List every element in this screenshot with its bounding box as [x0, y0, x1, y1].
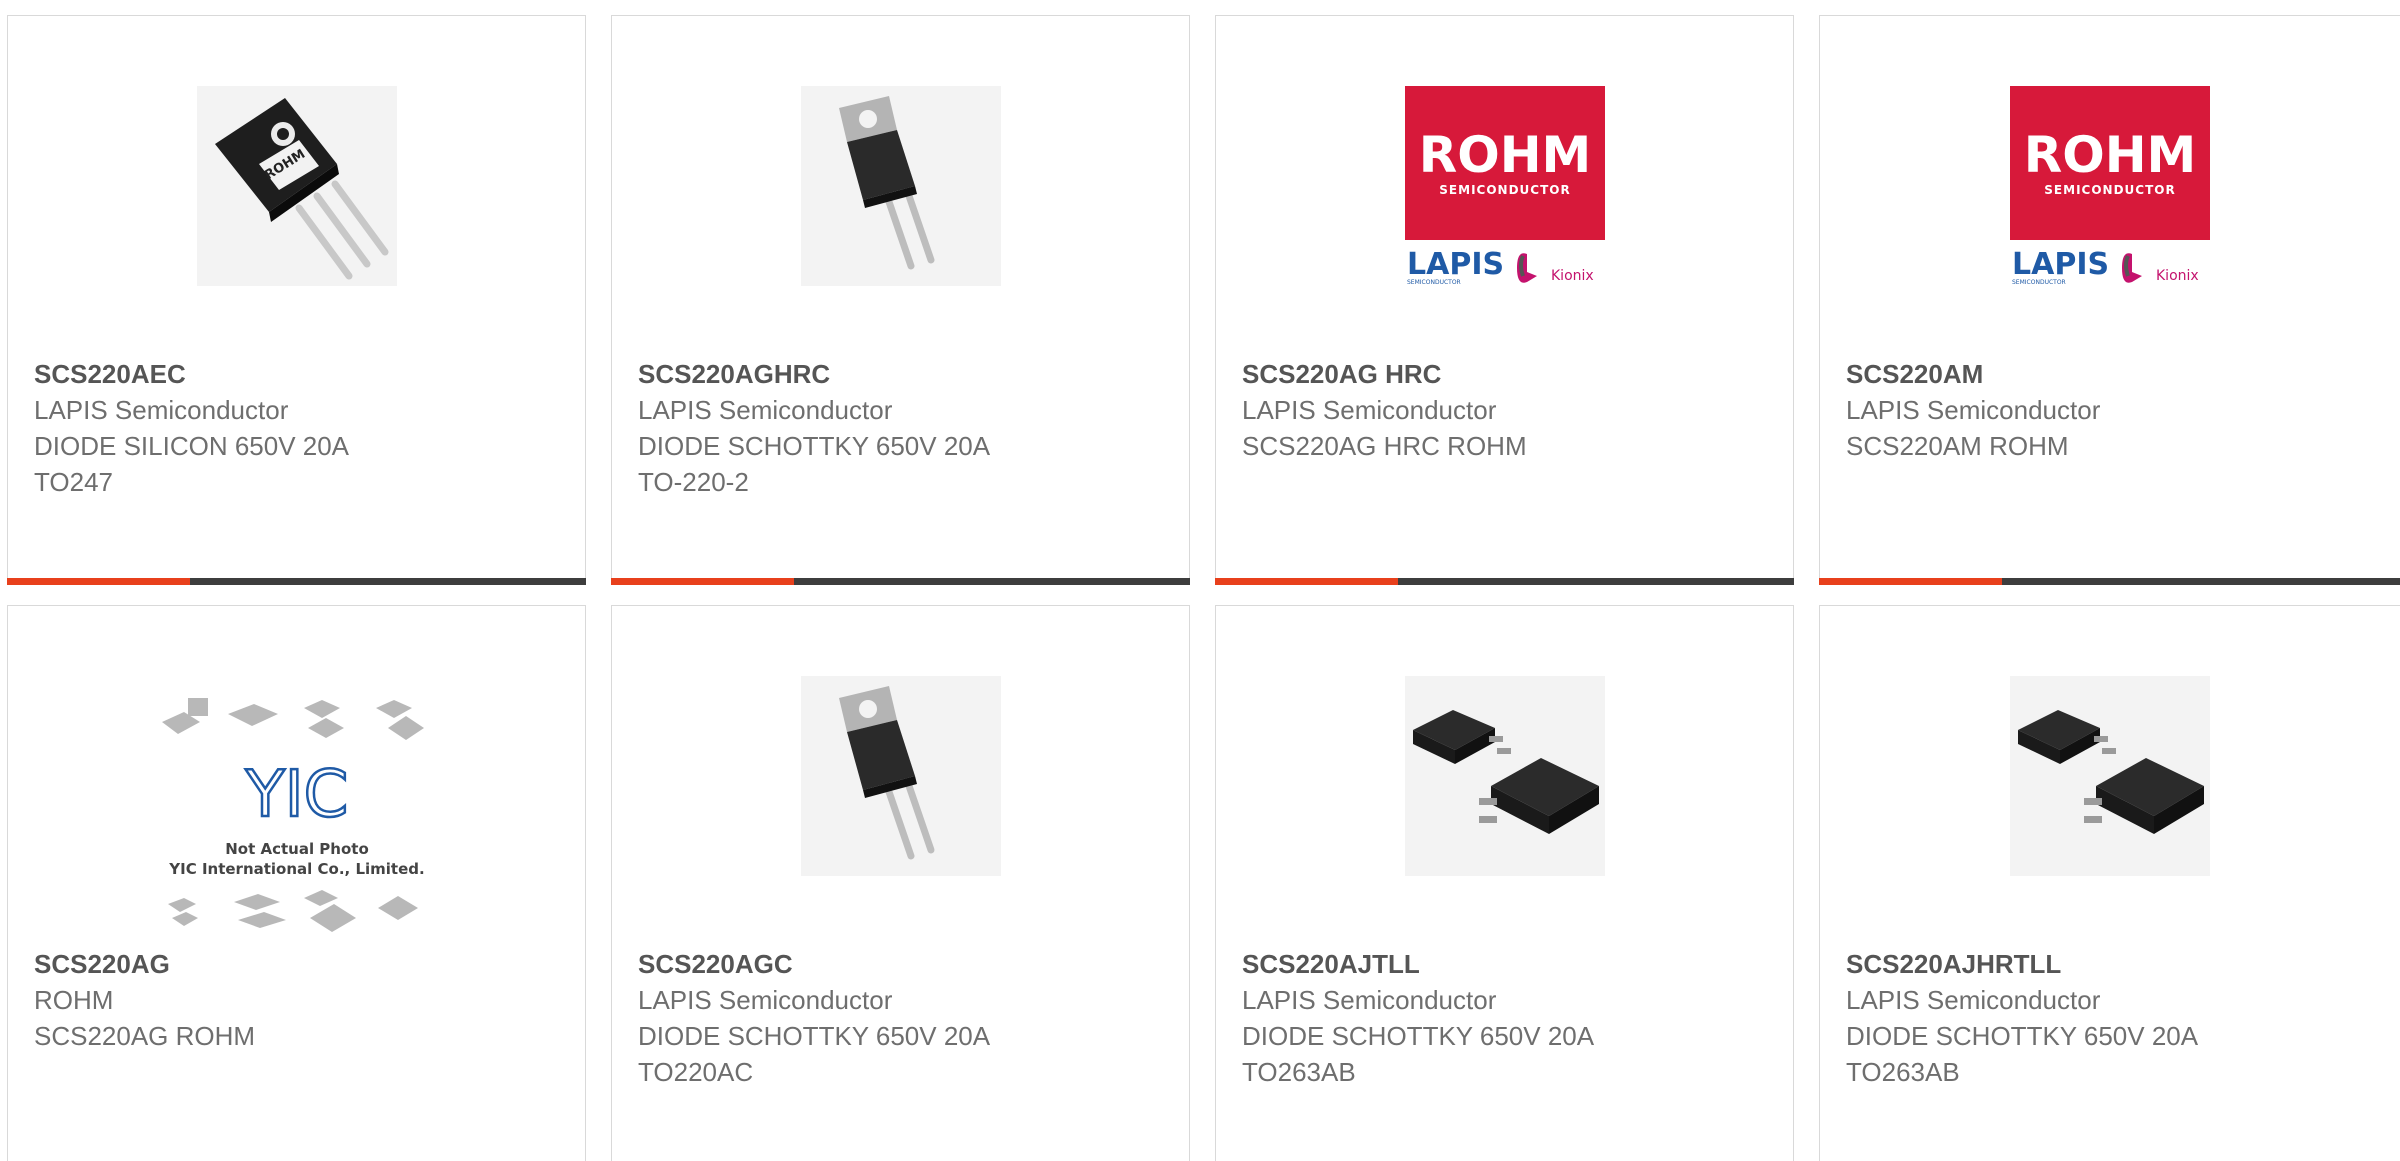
- product-info: SCS220AM LAPIS Semiconductor SCS220AM RO…: [1846, 356, 2393, 464]
- product-card[interactable]: ROHM SCS220AEC LAPIS Semiconductor DIODE…: [7, 15, 586, 585]
- product-card[interactable]: SCS220AGHRC LAPIS Semiconductor DIODE SC…: [611, 15, 1190, 585]
- description: DIODE SCHOTTKY 650V 20A: [638, 1021, 991, 1051]
- product-card[interactable]: SCS220AJTLL LAPIS Semiconductor DIODE SC…: [1215, 605, 1794, 1161]
- manufacturer: LAPIS Semiconductor: [1846, 395, 2101, 425]
- product-card[interactable]: SCS220AJHRTLL LAPIS Semiconductor DIODE …: [1819, 605, 2400, 1161]
- package: TO220AC: [638, 1057, 754, 1087]
- package: TO-220-2: [638, 467, 749, 497]
- rohm-logo: ROHM SEMICONDUCTOR LAPIS SEMICONDUCTOR K…: [2010, 86, 2210, 286]
- manufacturer: ROHM: [34, 985, 114, 1015]
- package: TO247: [34, 467, 114, 497]
- svg-text:ROHM: ROHM: [2024, 126, 2197, 184]
- product-info: SCS220AJHRTLL LAPIS Semiconductor DIODE …: [1846, 946, 2393, 1090]
- product-info: SCS220AGC LAPIS Semiconductor DIODE SCHO…: [638, 946, 1169, 1090]
- card-bar: [1215, 578, 1794, 585]
- description: SCS220AG HRC ROHM: [1242, 431, 1527, 461]
- svg-text:LAPIS: LAPIS: [1407, 247, 1504, 282]
- to220-package-icon: [800, 676, 1001, 876]
- description: DIODE SCHOTTKY 650V 20A: [638, 431, 991, 461]
- card-bar: [1819, 578, 2400, 585]
- package: TO263AB: [1846, 1057, 1960, 1087]
- product-card[interactable]: ROHM SEMICONDUCTOR LAPIS SEMICONDUCTOR K…: [1819, 15, 2400, 585]
- svg-text:SEMICONDUCTOR: SEMICONDUCTOR: [2044, 183, 2175, 197]
- part-number-link[interactable]: SCS220AM: [1846, 356, 2393, 392]
- description: DIODE SCHOTTKY 650V 20A: [1846, 1021, 2199, 1051]
- to263-package-icon: [1404, 676, 1605, 876]
- to263-package-icon: [2010, 676, 2210, 876]
- card-bar-accent: [611, 578, 794, 585]
- to220-package-icon: [800, 86, 1001, 286]
- description: SCS220AG ROHM: [34, 1021, 256, 1051]
- part-number-link[interactable]: SCS220AEC: [34, 356, 565, 392]
- manufacturer: LAPIS Semiconductor: [1242, 985, 1497, 1015]
- product-card[interactable]: YIC Not Actual Photo YIC International C…: [7, 605, 586, 1161]
- card-bar: [611, 578, 1190, 585]
- svg-text:YIC: YIC: [244, 758, 348, 832]
- description: DIODE SILICON 650V 20A: [34, 431, 350, 461]
- card-bar-accent: [1215, 578, 1398, 585]
- manufacturer: LAPIS Semiconductor: [1242, 395, 1497, 425]
- part-number-link[interactable]: SCS220AG: [34, 946, 565, 982]
- svg-text:Not Actual Photo: Not Actual Photo: [225, 840, 369, 858]
- to247-package-icon: ROHM: [196, 86, 397, 286]
- product-info: SCS220AJTLL LAPIS Semiconductor DIODE SC…: [1242, 946, 1773, 1090]
- svg-text:SEMICONDUCTOR: SEMICONDUCTOR: [1439, 183, 1570, 197]
- manufacturer: LAPIS Semiconductor: [34, 395, 289, 425]
- svg-text:Kionix: Kionix: [2156, 268, 2199, 284]
- svg-text:LAPIS: LAPIS: [2012, 247, 2109, 282]
- svg-text:SEMICONDUCTOR: SEMICONDUCTOR: [2012, 279, 2066, 286]
- manufacturer: LAPIS Semiconductor: [638, 985, 893, 1015]
- rohm-logo: ROHM SEMICONDUCTOR LAPIS SEMICONDUCTOR K…: [1404, 86, 1605, 286]
- svg-text:SEMICONDUCTOR: SEMICONDUCTOR: [1407, 279, 1461, 286]
- part-number-link[interactable]: SCS220AJTLL: [1242, 946, 1773, 982]
- manufacturer: LAPIS Semiconductor: [638, 395, 893, 425]
- svg-text:Kionix: Kionix: [1551, 268, 1594, 284]
- manufacturer: LAPIS Semiconductor: [1846, 985, 2101, 1015]
- product-info: SCS220AG HRC LAPIS Semiconductor SCS220A…: [1242, 356, 1773, 464]
- svg-text:YIC International Co., Limited: YIC International Co., Limited.: [168, 860, 424, 878]
- product-grid: ROHM SCS220AEC LAPIS Semiconductor DIODE…: [0, 0, 2400, 1161]
- product-info: SCS220AG ROHM SCS220AG ROHM: [34, 946, 565, 1054]
- description: SCS220AM ROHM: [1846, 431, 2069, 461]
- product-card[interactable]: SCS220AGC LAPIS Semiconductor DIODE SCHO…: [611, 605, 1190, 1161]
- part-number-link[interactable]: SCS220AG HRC: [1242, 356, 1773, 392]
- description: DIODE SCHOTTKY 650V 20A: [1242, 1021, 1595, 1051]
- card-bar: [7, 578, 586, 585]
- svg-text:ROHM: ROHM: [1418, 126, 1591, 184]
- part-number-link[interactable]: SCS220AGC: [638, 946, 1169, 982]
- card-bar-accent: [1819, 578, 2002, 585]
- part-number-link[interactable]: SCS220AGHRC: [638, 356, 1169, 392]
- package: TO263AB: [1242, 1057, 1356, 1087]
- card-bar-accent: [7, 578, 190, 585]
- part-number-link[interactable]: SCS220AJHRTLL: [1846, 946, 2393, 982]
- product-card[interactable]: ROHM SEMICONDUCTOR LAPIS SEMICONDUCTOR K…: [1215, 15, 1794, 585]
- product-info: SCS220AGHRC LAPIS Semiconductor DIODE SC…: [638, 356, 1169, 500]
- product-info: SCS220AEC LAPIS Semiconductor DIODE SILI…: [34, 356, 565, 500]
- not-actual-photo-placeholder: YIC Not Actual Photo YIC International C…: [161, 696, 432, 936]
